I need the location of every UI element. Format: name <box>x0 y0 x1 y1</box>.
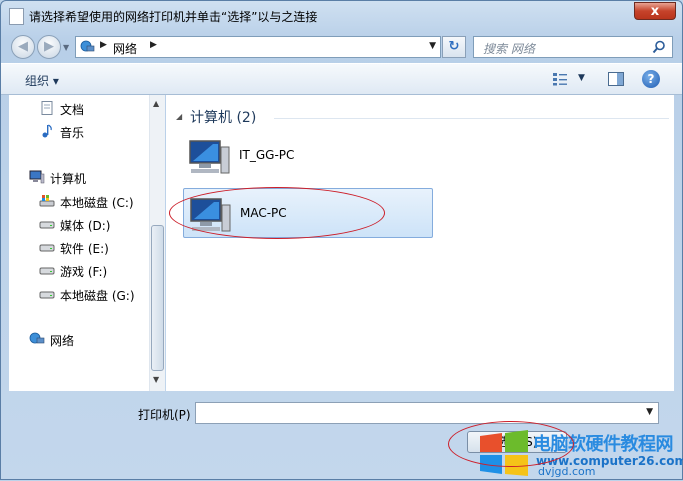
breadcrumb-arrow-icon[interactable]: ▶ <box>100 40 107 50</box>
change-view-icon[interactable] <box>552 72 568 86</box>
help-icon[interactable]: ? <box>642 70 660 88</box>
search-icon <box>652 40 665 54</box>
forward-arrow-icon: ▶ <box>44 39 54 54</box>
nav-item-label: 本地磁盘 (G:) <box>60 289 135 303</box>
printer-combobox[interactable]: ▼ <box>195 402 659 424</box>
nav-item-label: 文档 <box>60 103 85 117</box>
search-placeholder: 搜索 网络 <box>483 42 535 56</box>
navigation-bar: ◀ ▶ ▼ ▶ 网络 ▶ ▼ ↻ 搜索 网络 <box>1 31 682 63</box>
organize-menu[interactable]: 组织 ▾ <box>25 72 59 89</box>
title-bar: 请选择希望使用的网络打印机并单击“选择”以与之连接 x <box>1 1 682 31</box>
command-toolbar: 组织 ▾ ▼ ? <box>1 63 682 95</box>
nav-item-label: 计算机 <box>50 172 87 186</box>
printer-dropdown-icon[interactable]: ▼ <box>646 407 653 417</box>
group-divider <box>274 118 669 119</box>
drive-icon <box>39 221 55 229</box>
back-arrow-icon: ◀ <box>18 39 28 54</box>
collapse-group-icon[interactable]: ◢ <box>176 112 182 121</box>
network-icon <box>80 40 95 52</box>
address-dropdown-icon[interactable]: ▼ <box>429 41 436 51</box>
view-options-dropdown-icon[interactable]: ▼ <box>578 73 585 83</box>
nav-item-label: 网络 <box>50 334 75 348</box>
nav-item-label: 软件 (E:) <box>60 242 109 256</box>
scroll-thumb[interactable] <box>151 225 164 371</box>
back-button[interactable]: ◀ <box>11 35 35 59</box>
computer-icon <box>189 140 230 174</box>
drive-icon <box>39 267 55 275</box>
computer-name: IT_GG-PC <box>239 148 295 162</box>
system-drive-icon <box>39 195 55 207</box>
breadcrumb-network[interactable]: 网络 <box>113 40 137 57</box>
navigation-pane: 文档 音乐 计算机 本地磁盘 (C:) 媒体 (D:) 软件 (E:) 游戏 (… <box>9 95 149 391</box>
computer-item-it-gg-pc[interactable]: IT_GG-PC <box>183 131 433 181</box>
annotation-ellipse <box>169 187 385 239</box>
close-button[interactable]: x <box>634 2 676 20</box>
network-icon <box>29 332 45 344</box>
computer-icon <box>29 170 45 184</box>
forward-button[interactable]: ▶ <box>37 35 61 59</box>
content-pane: ◢ 计算机 (2) IT_GG-PC MAC-PC <box>166 95 674 391</box>
breadcrumb-arrow-icon[interactable]: ▶ <box>150 40 157 50</box>
recent-locations-icon[interactable]: ▼ <box>63 43 69 52</box>
scroll-up-icon[interactable]: ▲ <box>153 99 159 108</box>
document-icon <box>41 101 53 115</box>
preview-pane-icon[interactable] <box>608 72 624 86</box>
nav-pane-scrollbar[interactable]: ▲ ▼ <box>149 95 165 391</box>
window-title: 请选择希望使用的网络打印机并单击“选择”以与之连接 <box>29 10 318 24</box>
group-header[interactable]: 计算机 (2) <box>190 107 256 127</box>
watermark-url-secondary: dvjgd.com <box>538 465 596 478</box>
nav-item-label: 音乐 <box>60 126 85 140</box>
drive-icon <box>39 244 55 252</box>
printer-selection-dialog: 请选择希望使用的网络打印机并单击“选择”以与之连接 x ◀ ▶ ▼ ▶ 网络 ▶… <box>0 0 683 480</box>
refresh-icon: ↻ <box>448 39 460 54</box>
music-icon <box>42 124 52 138</box>
dialog-icon <box>9 8 24 25</box>
nav-item-label: 媒体 (D:) <box>60 219 111 233</box>
printer-label: 打印机(P) <box>138 408 191 422</box>
refresh-button[interactable]: ↻ <box>442 36 466 58</box>
scroll-down-icon[interactable]: ▼ <box>153 375 159 384</box>
search-input[interactable]: 搜索 网络 <box>473 36 673 58</box>
address-bar[interactable]: ▶ 网络 ▶ ▼ <box>75 36 441 58</box>
nav-item-label: 本地磁盘 (C:) <box>60 196 134 210</box>
nav-item-label: 游戏 (F:) <box>60 265 108 279</box>
drive-icon <box>39 291 55 299</box>
annotation-ellipse <box>448 421 574 467</box>
